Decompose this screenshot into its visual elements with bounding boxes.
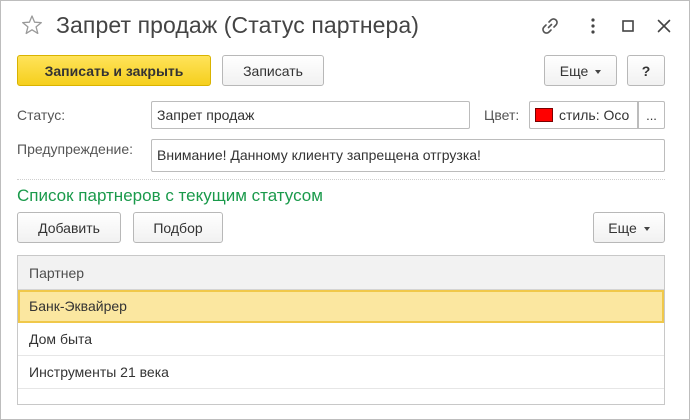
more-actions-label: Еще — [559, 62, 589, 79]
partners-more-label: Еще — [608, 219, 637, 236]
close-icon[interactable] — [654, 16, 674, 36]
table-header[interactable]: Партнер — [18, 256, 664, 290]
partners-table[interactable]: Партнер Банк-Эквайрер Дом быта Инструмен… — [17, 255, 665, 405]
chevron-down-icon — [643, 226, 650, 231]
maximize-icon[interactable] — [618, 16, 638, 36]
table-row[interactable]: Инструменты 21 века — [18, 356, 664, 389]
color-value: стиль: Осо — [559, 107, 630, 123]
save-and-close-button[interactable]: Записать и закрыть — [17, 55, 211, 86]
link-icon[interactable] — [540, 16, 560, 36]
title-bar: Запрет продаж (Статус партнера) — [1, 1, 689, 51]
color-field[interactable]: стиль: Осо — [529, 101, 638, 129]
help-button[interactable]: ? — [627, 55, 665, 86]
window-title: Запрет продаж (Статус партнера) — [56, 12, 420, 38]
color-swatch — [535, 108, 553, 122]
partner-name: Инструменты 21 века — [29, 364, 169, 380]
star-icon[interactable] — [21, 14, 43, 36]
form-window: Запрет продаж (Статус партнера) Записать… — [0, 0, 690, 420]
color-label: Цвет: — [484, 107, 520, 123]
more-vertical-icon[interactable] — [583, 16, 603, 36]
partners-more-button[interactable]: Еще — [593, 212, 665, 243]
save-button[interactable]: Записать — [222, 55, 324, 86]
partner-name: Дом быта — [29, 331, 93, 347]
add-partner-button[interactable]: Добавить — [17, 212, 121, 243]
section-divider — [17, 179, 665, 180]
select-partners-button[interactable]: Подбор — [133, 212, 223, 243]
partners-section-title: Список партнеров с текущим статусом — [17, 186, 323, 205]
warning-input[interactable]: Внимание! Данному клиенту запрещена отгр… — [151, 139, 665, 172]
color-choose-button[interactable]: ... — [638, 101, 665, 129]
chevron-down-icon — [595, 69, 602, 74]
warning-label: Предупреждение: — [17, 141, 134, 157]
status-label: Статус: — [17, 107, 66, 123]
partner-name: Банк-Эквайрер — [29, 298, 127, 314]
more-actions-button[interactable]: Еще — [544, 55, 617, 86]
table-row[interactable]: Банк-Эквайрер — [18, 290, 664, 323]
table-row[interactable]: Дом быта — [18, 323, 664, 356]
column-header-partner: Партнер — [29, 265, 85, 281]
status-input[interactable]: Запрет продаж — [151, 101, 470, 129]
